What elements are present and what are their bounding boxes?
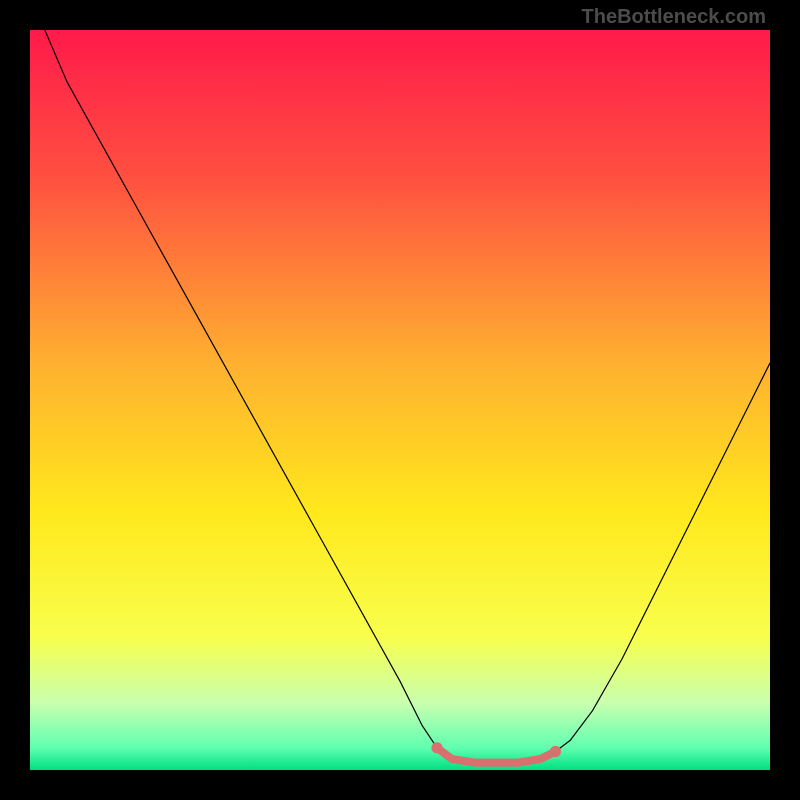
watermark-text: TheBottleneck.com xyxy=(582,6,766,29)
highlight-dot xyxy=(550,746,561,757)
highlight-dot xyxy=(431,742,442,753)
chart-container: TheBottleneck.com xyxy=(0,0,800,800)
chart-svg xyxy=(30,30,770,770)
plot-area xyxy=(30,30,770,770)
gradient-background xyxy=(30,30,770,770)
